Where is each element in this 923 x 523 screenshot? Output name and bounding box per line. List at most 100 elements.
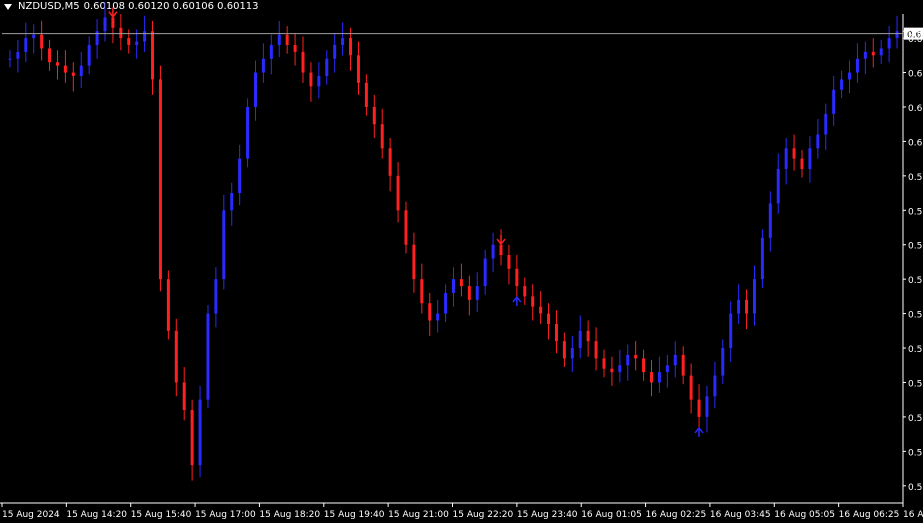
- candle-body: [515, 268, 519, 287]
- x-tick-label: 15 Aug 17:00: [195, 510, 256, 520]
- candle-body: [8, 58, 12, 60]
- candle-body: [452, 279, 455, 293]
- candle-body: [198, 399, 202, 466]
- candle-body: [808, 148, 812, 169]
- candle-body: [475, 286, 479, 300]
- candle-body: [681, 354, 685, 376]
- candle-body: [792, 148, 796, 159]
- candle-body: [760, 237, 764, 280]
- candle-body: [63, 65, 67, 73]
- candle-body: [634, 354, 638, 359]
- candle-body: [689, 375, 693, 400]
- candle-body: [848, 72, 852, 80]
- candle-body: [887, 38, 891, 49]
- x-tick-label: 15 Aug 2024: [2, 510, 60, 520]
- x-tick-label: 16 Aug 03:45: [710, 510, 771, 520]
- candle-body: [832, 89, 836, 114]
- y-tick-label: 0.6: [908, 70, 923, 80]
- candle-body: [642, 358, 646, 373]
- candle-body: [151, 31, 155, 80]
- candle-body: [531, 296, 535, 307]
- candle-body: [713, 375, 717, 397]
- candle-body: [507, 255, 511, 269]
- x-tick-label: 16 Aug: [903, 510, 923, 520]
- candle-body: [428, 303, 432, 321]
- candle-body: [745, 299, 749, 314]
- candle-body: [768, 203, 772, 238]
- candle-body: [222, 210, 226, 280]
- candle-body: [364, 82, 368, 107]
- candle-body: [356, 55, 360, 83]
- x-tick-label: 16 Aug 05:05: [774, 510, 835, 520]
- candle-body: [103, 17, 107, 32]
- candle-body: [539, 306, 543, 314]
- candle-body: [594, 341, 598, 359]
- candle-body: [396, 175, 400, 211]
- candle-body: [230, 193, 234, 211]
- candle-body: [650, 372, 654, 383]
- y-tick-label: 0.5: [908, 448, 922, 458]
- candle-body: [840, 79, 844, 90]
- candle-body: [586, 330, 590, 342]
- candle-body: [499, 244, 503, 256]
- candle-body: [863, 51, 867, 59]
- candle-body: [325, 58, 329, 76]
- x-tick-label: 15 Aug 22:20: [453, 510, 514, 520]
- candle-body: [341, 38, 345, 45]
- candle-body: [214, 279, 218, 314]
- candle-body: [578, 330, 582, 349]
- candle-body: [483, 258, 487, 287]
- candle-body: [166, 279, 170, 331]
- candle-body: [824, 113, 828, 135]
- price-chart[interactable]: 0.60.60.60.60.60.60.50.50.50.50.50.50.50…: [0, 0, 923, 523]
- candle-body: [871, 51, 875, 56]
- candle-body: [459, 279, 463, 287]
- candle-body: [380, 124, 384, 149]
- candle-body: [333, 44, 337, 59]
- candle-body: [174, 330, 178, 383]
- candle-body: [301, 51, 305, 73]
- y-tick-label: 0.5: [908, 311, 922, 321]
- candle-body: [855, 58, 859, 73]
- candle-body: [523, 286, 527, 297]
- x-tick-label: 15 Aug 15:40: [131, 510, 192, 520]
- candle-body: [79, 65, 83, 76]
- candle-body: [388, 148, 392, 176]
- x-tick-label: 15 Aug 14:20: [66, 510, 127, 520]
- candle-body: [752, 279, 756, 314]
- candle-body: [895, 31, 899, 39]
- candle-body: [626, 354, 630, 366]
- candle-body: [111, 17, 115, 28]
- y-tick-label: 0.5: [908, 414, 922, 424]
- x-tick-label: 15 Aug 18:20: [259, 510, 320, 520]
- candle-body: [55, 62, 59, 66]
- candle-body: [32, 34, 36, 39]
- candle-body: [554, 323, 558, 342]
- candle-body: [293, 44, 297, 52]
- y-tick-label: 0.6: [908, 138, 923, 148]
- candle-body: [657, 372, 661, 383]
- y-tick-label: 0.5: [908, 483, 922, 493]
- candle-body: [610, 368, 614, 373]
- candle-body: [349, 38, 353, 56]
- y-tick-label: 0.6: [908, 104, 923, 114]
- candle-body: [800, 158, 804, 169]
- candle-body: [618, 365, 622, 373]
- candle-body: [206, 313, 210, 400]
- x-tick-label: 15 Aug 21:00: [388, 510, 449, 520]
- candle-body: [143, 31, 147, 42]
- candle-body: [562, 341, 566, 359]
- y-tick-label: 0.5: [908, 207, 922, 217]
- candle-body: [420, 279, 424, 304]
- y-tick-label: 0.5: [908, 379, 922, 389]
- candle-body: [127, 38, 131, 45]
- candle-body: [412, 244, 416, 280]
- candle-body: [737, 299, 741, 314]
- candle-body: [238, 158, 242, 194]
- x-tick-label: 15 Aug 23:40: [517, 510, 578, 520]
- candle-body: [190, 410, 194, 466]
- candle-body: [48, 48, 52, 63]
- candle-body: [444, 292, 448, 314]
- candle-body: [40, 34, 44, 49]
- candle-body: [404, 210, 408, 245]
